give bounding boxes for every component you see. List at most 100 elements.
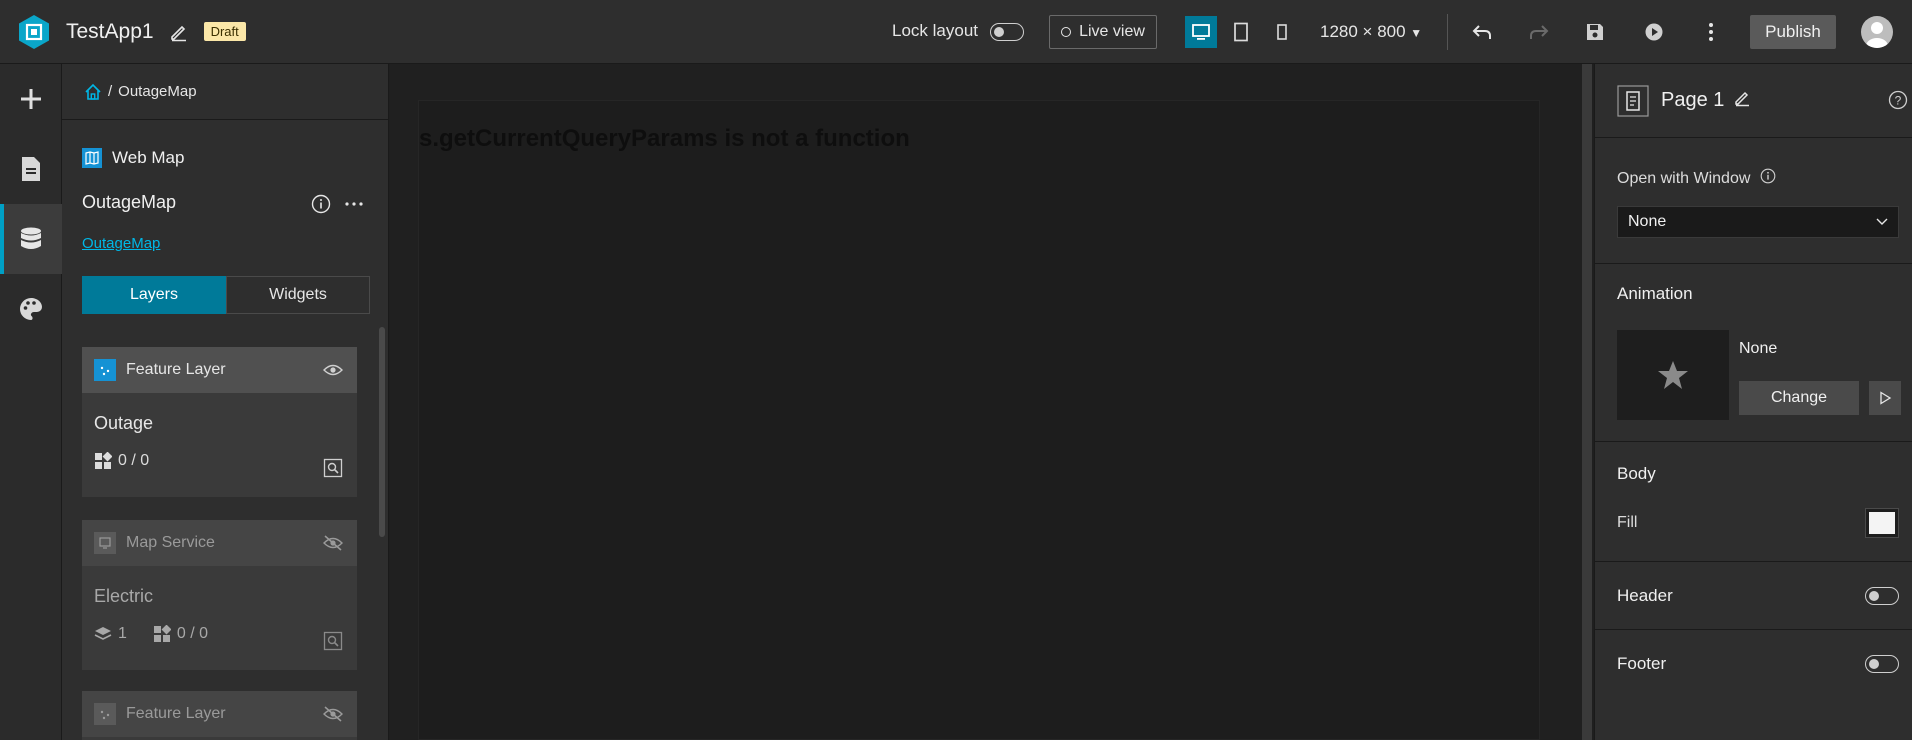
info-icon[interactable] <box>311 194 331 219</box>
change-animation-button[interactable]: Change <box>1739 381 1859 415</box>
page-properties-header: Page 1 ? <box>1595 64 1912 138</box>
live-view-circle-icon <box>1061 27 1072 37</box>
home-icon[interactable] <box>84 83 102 101</box>
preview-button[interactable] <box>1640 18 1668 46</box>
footer-title: Footer <box>1617 654 1667 673</box>
desktop-icon <box>1192 24 1210 40</box>
sidebar-item-add[interactable] <box>0 64 62 134</box>
eye-off-icon[interactable] <box>323 706 343 727</box>
more-horizontal-icon[interactable] <box>344 194 364 219</box>
header-toggle[interactable] <box>1865 587 1899 605</box>
save-button[interactable] <box>1581 18 1609 46</box>
kebab-menu-icon <box>1709 23 1713 41</box>
footer-toggle[interactable] <box>1865 655 1899 673</box>
zoom-to-layer-icon[interactable] <box>323 631 343 656</box>
widgets-icon <box>95 452 112 469</box>
plus-icon <box>21 89 41 109</box>
data-source-name: OutageMap <box>82 192 177 212</box>
redo-button[interactable] <box>1525 18 1553 46</box>
open-with-window-select[interactable]: None <box>1617 206 1899 238</box>
tab-layers[interactable]: Layers <box>82 276 226 314</box>
animation-section: Animation None Change <box>1595 264 1912 442</box>
page-canvas: s.getCurrentQueryParams is not a functio… <box>390 64 1590 740</box>
redo-icon <box>1530 25 1549 39</box>
sidebar-item-data[interactable] <box>0 204 62 274</box>
eye-icon[interactable] <box>323 362 343 383</box>
page-icon <box>1617 84 1649 117</box>
user-icon <box>1866 22 1888 48</box>
eye-off-icon[interactable] <box>323 535 343 556</box>
layer-usage-count: 0 / 0 <box>118 452 150 469</box>
page-icon <box>22 157 40 181</box>
star-icon <box>1658 361 1688 389</box>
palette-icon <box>20 298 42 320</box>
page-frame[interactable]: s.getCurrentQueryParams is not a functio… <box>418 100 1540 740</box>
fill-color-sample <box>1869 512 1895 534</box>
animation-preview <box>1617 330 1729 420</box>
map-service-icon <box>94 532 116 554</box>
publish-button[interactable]: Publish <box>1750 15 1836 49</box>
lock-layout-toggle[interactable] <box>990 23 1024 41</box>
layer-card-electric[interactable]: Map Service Electric 1 0 / 0 <box>82 520 357 670</box>
live-view-button[interactable]: Live view <box>1049 15 1157 49</box>
data-source-header: Web Map <box>62 140 388 214</box>
zoom-to-layer-icon[interactable] <box>323 458 343 483</box>
phone-device-button[interactable] <box>1266 16 1298 48</box>
layer-card-outage[interactable]: Feature Layer Outage 0 / 0 <box>82 347 357 497</box>
layer-name: Outage <box>94 413 154 433</box>
draft-status-badge: Draft <box>203 22 246 41</box>
sidebar-item-theme[interactable] <box>0 274 62 344</box>
data-source-link[interactable]: OutageMap <box>62 235 388 252</box>
play-circle-icon <box>1645 23 1663 41</box>
fill-color-swatch[interactable] <box>1865 508 1899 538</box>
layer-type-label: Feature Layer <box>126 361 226 378</box>
caret-down-icon: ▼ <box>1410 26 1423 40</box>
play-animation-button[interactable] <box>1869 381 1901 415</box>
info-icon[interactable] <box>1760 168 1776 189</box>
toolbar-divider <box>1447 14 1448 50</box>
layer-card-header: Feature Layer <box>82 691 357 737</box>
desktop-device-button[interactable] <box>1185 16 1217 48</box>
layer-type-label: Feature Layer <box>126 705 226 722</box>
panel-scrollbar[interactable] <box>379 327 385 537</box>
canvas-scrollbar[interactable] <box>1582 64 1592 740</box>
layer-name: Electric <box>94 586 154 606</box>
header-section: Header <box>1595 562 1912 630</box>
page-title: Page 1 <box>1661 89 1725 111</box>
left-sidebar <box>0 64 62 740</box>
sublayer-count: 1 <box>118 625 127 642</box>
more-options-button[interactable] <box>1697 18 1725 46</box>
app-logo-icon[interactable] <box>16 14 52 50</box>
undo-button[interactable] <box>1468 18 1496 46</box>
top-bar: TestApp1 Draft Lock layout Live view 128… <box>0 0 1912 64</box>
animation-title: Animation <box>1617 284 1693 303</box>
sublayers-icon <box>94 627 112 640</box>
tablet-device-button[interactable] <box>1225 16 1257 48</box>
resolution-selector[interactable]: 1280 × 800 ▼ <box>1320 22 1422 42</box>
layer-stats: 1 0 / 0 <box>82 607 357 657</box>
app-title: TestApp1 <box>66 19 154 43</box>
layer-card-header: Map Service <box>82 520 357 566</box>
layer-card-feature[interactable]: Feature Layer <box>82 691 357 740</box>
edit-page-pencil-icon[interactable] <box>1734 89 1752 112</box>
open-with-window-label: Open with Window <box>1617 169 1751 187</box>
layer-usage-count: 0 / 0 <box>176 625 209 642</box>
database-icon <box>21 227 41 249</box>
save-icon <box>1587 24 1603 40</box>
footer-section: Footer <box>1595 630 1912 700</box>
animation-value: None <box>1739 340 1778 357</box>
layer-stats: 0 / 0 <box>82 434 357 484</box>
layers-widgets-tabs: Layers Widgets <box>82 276 370 314</box>
open-with-window-value: None <box>1628 213 1667 230</box>
tab-widgets[interactable]: Widgets <box>226 276 370 314</box>
help-icon[interactable]: ? <box>1888 90 1908 115</box>
user-avatar[interactable] <box>1861 16 1893 48</box>
lock-layout-label: Lock layout <box>892 21 978 40</box>
edit-title-pencil-icon[interactable] <box>168 21 190 43</box>
layer-type-label: Map Service <box>126 534 215 551</box>
play-icon <box>1880 391 1892 405</box>
layer-card-header: Feature Layer <box>82 347 357 393</box>
sidebar-item-pages[interactable] <box>0 134 62 204</box>
breadcrumb-current: OutageMap <box>118 83 197 100</box>
data-source-type-label: Web Map <box>112 148 185 167</box>
